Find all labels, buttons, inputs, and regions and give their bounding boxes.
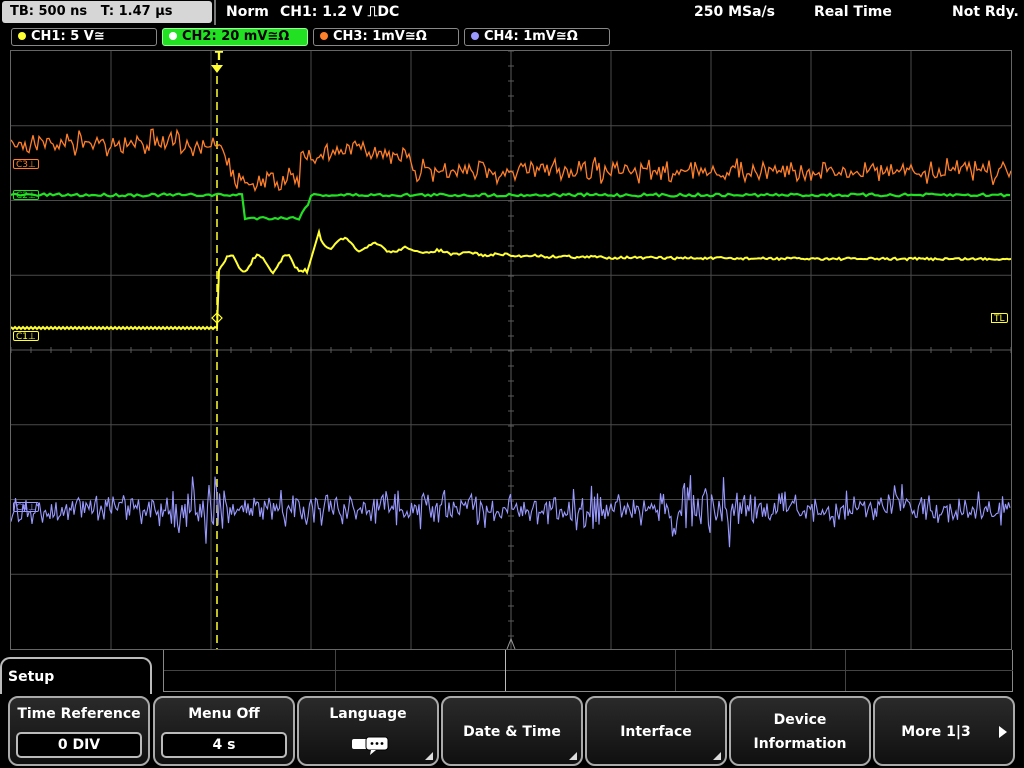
ch2-label: CH2: 20 mV≅Ω [182, 29, 290, 44]
overview-strip [163, 650, 1013, 692]
time-reference-value: 0 DIV [16, 732, 142, 758]
sample-rate: 250 MSa/s [694, 4, 776, 20]
interface-label: Interface [620, 724, 692, 740]
timebase-value: TB: 500 ns [10, 4, 88, 19]
waveform-canvas [11, 51, 1011, 649]
status-separator [214, 0, 216, 25]
ch3-label: CH3: 1mV≅Ω [333, 29, 427, 44]
ch4-color-dot [471, 32, 479, 40]
time-reference-label: Time Reference [17, 706, 141, 722]
channel-tab-ch2[interactable]: CH2: 20 mV≅Ω [162, 28, 308, 46]
trigger-info[interactable]: CH1: 1.2 V ⎍DC [280, 0, 399, 24]
ch1-color-dot [18, 32, 26, 40]
ch3-offset-marker[interactable]: C3⊥ [13, 159, 39, 170]
menu-off-value: 4 s [161, 732, 287, 758]
speech-bubbles-icon [352, 736, 389, 755]
submenu-corner-icon [425, 752, 433, 760]
ch1-offset-marker[interactable]: C1⊥ [13, 331, 39, 342]
strip-tick [845, 650, 846, 691]
trigger-level-marker[interactable]: TL [991, 313, 1008, 324]
acquisition-mode: Real Time [814, 4, 892, 20]
menu-off-button[interactable]: Menu Off 4 s [153, 696, 295, 766]
trigger-position-marker[interactable] [211, 65, 223, 73]
next-page-arrow-icon [999, 726, 1007, 738]
ch3-color-dot [320, 32, 328, 40]
menu-title: Setup [8, 669, 55, 685]
trigger-mode[interactable]: Norm [226, 0, 269, 24]
date-time-label: Date & Time [463, 724, 561, 740]
ch1-label: CH1: 5 V≅ [31, 29, 105, 44]
menu-off-label: Menu Off [188, 706, 260, 722]
submenu-corner-icon [569, 752, 577, 760]
menu-title-tab: Setup [0, 657, 152, 694]
strip-tick [335, 650, 336, 691]
date-time-button[interactable]: Date & Time [441, 696, 583, 766]
channel-tab-ch3[interactable]: CH3: 1mV≅Ω [313, 28, 459, 46]
timebase-box[interactable]: TB: 500 ns T: 1.47 µs [2, 1, 212, 23]
strip-tick [675, 650, 676, 691]
graticule [11, 51, 1011, 649]
status-bar: TB: 500 ns T: 1.47 µs Norm CH1: 1.2 V ⎍D… [0, 0, 1024, 25]
language-label: Language [329, 706, 407, 722]
submenu-corner-icon [713, 752, 721, 760]
strip-divider [164, 670, 1013, 671]
device-info-line2: Information [753, 736, 847, 752]
more-button[interactable]: More 1|3 [873, 696, 1015, 766]
channel-tab-ch4[interactable]: CH4: 1mV≅Ω [464, 28, 610, 46]
channel-tab-ch1[interactable]: CH1: 5 V≅ [11, 28, 157, 46]
device-information-button[interactable]: Device Information [729, 696, 871, 766]
more-label: More 1|3 [901, 724, 971, 740]
trigger-position-label: T [214, 49, 224, 63]
ch2-color-dot [169, 32, 177, 40]
language-button[interactable]: Language [297, 696, 439, 766]
device-info-line1: Device [773, 712, 827, 728]
trigger-status: Not Rdy. [952, 4, 1019, 20]
waveform-display[interactable]: C3⊥ C2⊥ C1⊥ C4⊥ TL T [10, 50, 1012, 650]
trigger-time-value: T: 1.47 µs [100, 4, 173, 19]
strip-center-tick [505, 650, 506, 691]
time-reference-button[interactable]: Time Reference 0 DIV [8, 696, 150, 766]
ch4-label: CH4: 1mV≅Ω [484, 29, 578, 44]
ch2-offset-marker[interactable]: C2⊥ [13, 190, 39, 201]
ch4-offset-marker[interactable]: C4⊥ [13, 502, 39, 513]
interface-button[interactable]: Interface [585, 696, 727, 766]
